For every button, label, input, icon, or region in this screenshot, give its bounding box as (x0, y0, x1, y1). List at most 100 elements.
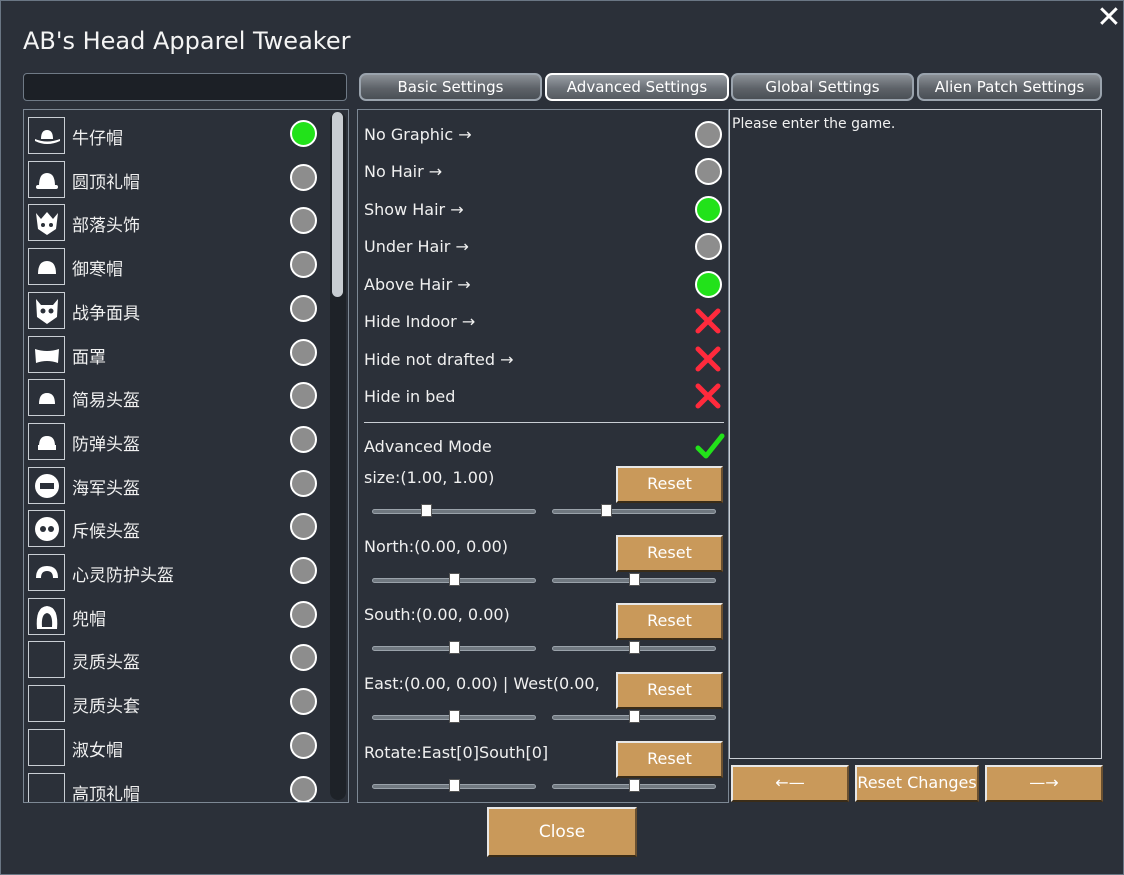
reset-button[interactable]: Reset (616, 672, 723, 709)
slider-handle[interactable] (629, 710, 640, 723)
search-input[interactable] (23, 73, 347, 101)
tab-global-settings[interactable]: Global Settings (731, 73, 914, 101)
list-item-radio[interactable] (290, 513, 317, 541)
list-item-radio[interactable] (290, 120, 317, 147)
list-scrollbar[interactable] (330, 112, 346, 800)
tweaker-window: ✕ AB's Head Apparel Tweaker Basic Settin… (0, 0, 1124, 875)
list-item[interactable]: 战争面具 (28, 287, 324, 331)
toggle-label: Show Hair → (364, 200, 464, 219)
list-item-radio[interactable] (290, 382, 317, 410)
checkmark-icon (695, 433, 725, 459)
advanced-mode-checkbox[interactable] (695, 431, 725, 465)
list-item-label: 海军头盔 (72, 478, 140, 499)
reset-changes-button[interactable]: Reset Changes (855, 765, 979, 802)
list-item-radio[interactable] (290, 338, 317, 366)
list-item-radio[interactable] (290, 425, 317, 453)
list-item-label: 心灵防护头盔 (72, 566, 174, 586)
slider[interactable] (552, 641, 716, 654)
list-item-radio[interactable] (290, 207, 317, 235)
list-item-label: 防弹头盔 (72, 434, 140, 455)
reset-button[interactable]: Reset (616, 535, 723, 572)
toggle-radio[interactable] (695, 196, 722, 223)
list-item-radio[interactable] (290, 644, 317, 672)
slider[interactable] (552, 710, 716, 723)
list-item[interactable]: 斥候头盔 (28, 505, 324, 549)
reset-button[interactable]: Reset (616, 603, 723, 640)
tab-alien-patch-settings[interactable]: Alien Patch Settings (917, 73, 1102, 101)
slider-handle[interactable] (629, 641, 640, 654)
tab-advanced-settings[interactable]: Advanced Settings (545, 73, 729, 101)
blank-icon (28, 685, 65, 723)
slider-handle[interactable] (629, 779, 640, 792)
list-item-label: 灵质头盔 (72, 653, 140, 674)
slider[interactable] (552, 779, 716, 792)
list-item[interactable]: 心灵防护头盔 (28, 549, 324, 593)
disabled-x-icon[interactable] (694, 307, 722, 335)
list-item-radio[interactable] (290, 251, 317, 279)
info-panel: Please enter the game. (729, 109, 1102, 759)
list-item[interactable]: 灵质头盔 (28, 636, 324, 680)
list-item-radio[interactable] (290, 469, 317, 497)
list-item[interactable]: 海军头盔 (28, 462, 324, 506)
list-item-radio[interactable] (290, 294, 317, 322)
close-window-icon[interactable]: ✕ (1095, 3, 1123, 33)
toggle-radio[interactable] (695, 158, 722, 185)
list-item-radio[interactable] (290, 688, 317, 716)
slider-handle[interactable] (449, 573, 460, 586)
list-item[interactable]: 牛仔帽 (28, 112, 324, 156)
slider-handle[interactable] (421, 504, 432, 517)
slider-value-label: size:(1.00, 1.00) (364, 468, 495, 487)
slider[interactable] (372, 641, 536, 654)
slider[interactable] (372, 573, 536, 586)
list-item-radio[interactable] (290, 557, 317, 584)
list-item-radio[interactable] (290, 600, 317, 628)
list-item[interactable]: 御寒帽 (28, 243, 324, 287)
toggle-radio[interactable] (695, 121, 722, 148)
tab-basic-settings[interactable]: Basic Settings (359, 73, 542, 101)
list-item[interactable]: 兜帽 (28, 593, 324, 637)
slider[interactable] (372, 779, 536, 792)
list-item[interactable]: 淑女帽 (28, 724, 324, 768)
toggle-label: Hide in bed (364, 387, 456, 406)
list-item[interactable]: 面罩 (28, 331, 324, 375)
tribal-headdress-icon (28, 204, 65, 242)
list-item-radio[interactable] (290, 163, 317, 191)
list-item-label: 灵质头套 (72, 697, 140, 718)
reset-button[interactable]: Reset (616, 741, 723, 778)
list-item[interactable]: 防弹头盔 (28, 418, 324, 462)
next-button[interactable]: —→ (985, 765, 1103, 802)
slider-handle[interactable] (629, 573, 640, 586)
slider-handle[interactable] (449, 779, 460, 792)
slider-handle[interactable] (449, 641, 460, 654)
hood-icon (28, 597, 65, 635)
advanced-mode-label: Advanced Mode (364, 437, 492, 456)
list-item[interactable]: 高顶礼帽 (28, 768, 324, 802)
slider-track[interactable] (552, 509, 716, 514)
list-item[interactable]: 圆顶礼帽 (28, 156, 324, 200)
toggle-radio[interactable] (695, 271, 722, 298)
list-scrollbar-thumb[interactable] (332, 112, 343, 297)
list-item-radio[interactable] (290, 731, 317, 759)
list-item[interactable]: 灵质头套 (28, 680, 324, 724)
slider[interactable] (372, 710, 536, 723)
toggle-radio[interactable] (695, 233, 722, 260)
reset-button[interactable]: Reset (616, 466, 723, 503)
previous-button[interactable]: ←— (731, 765, 849, 802)
slider-handle[interactable] (601, 504, 612, 517)
slider[interactable] (552, 504, 716, 517)
bowler-hat-icon (28, 160, 65, 198)
list-item-label: 淑女帽 (72, 740, 123, 761)
advanced-settings-panel: Advanced Mode No Graphic → No Hair → Show … (357, 109, 729, 803)
list-item[interactable]: 简易头盔 (28, 374, 324, 418)
slider[interactable] (552, 573, 716, 586)
disabled-x-icon[interactable] (694, 382, 722, 410)
slider[interactable] (372, 504, 536, 517)
disabled-x-icon[interactable] (694, 345, 722, 373)
list-item-radio[interactable] (290, 775, 317, 802)
close-button[interactable]: Close (487, 807, 637, 857)
slider-handle[interactable] (449, 710, 460, 723)
slider-track[interactable] (372, 509, 536, 514)
info-message: Please enter the game. (732, 116, 896, 132)
list-item[interactable]: 部落头饰 (28, 199, 324, 243)
blank-icon (28, 641, 65, 679)
